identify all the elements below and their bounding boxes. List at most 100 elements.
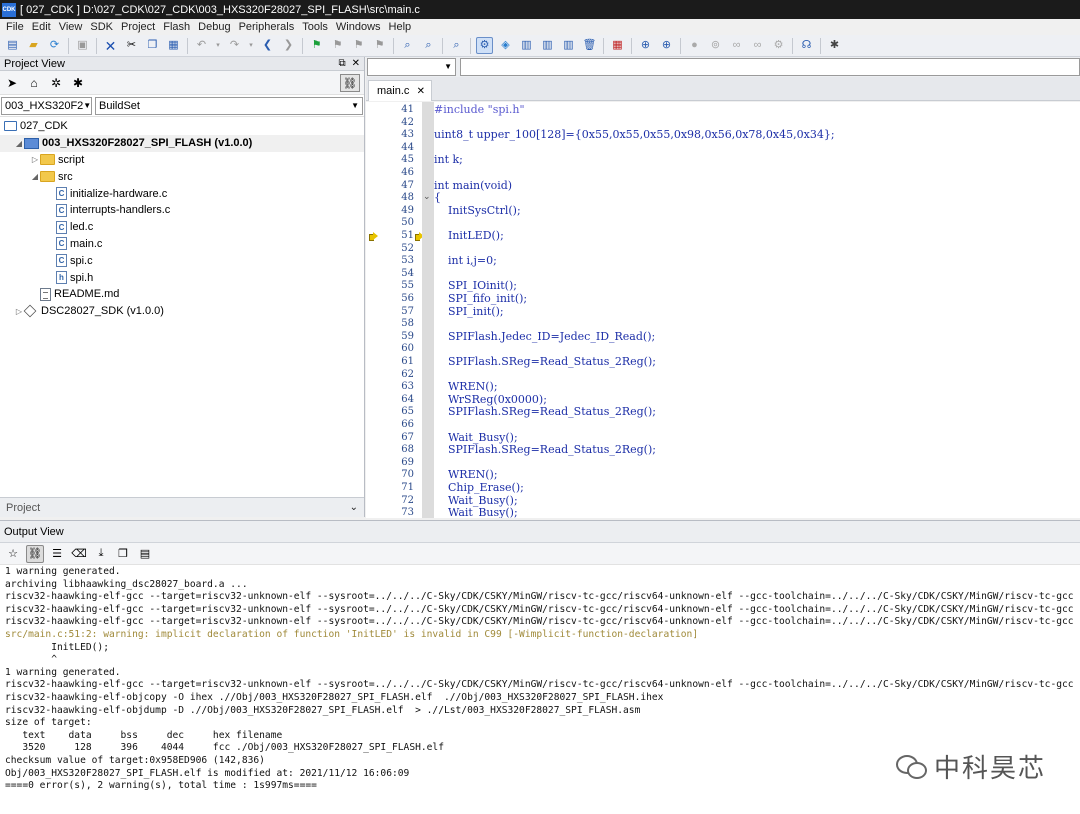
code-line[interactable]: { <box>434 192 441 205</box>
stop-icon[interactable]: ● <box>686 37 703 54</box>
paste-output-icon[interactable]: ▤ <box>136 545 154 563</box>
fold-toggle-icon[interactable]: ⌄ <box>423 190 431 202</box>
link-icon[interactable]: ⛓ <box>26 544 44 563</box>
code-line[interactable]: SPI_fifo_init(); <box>434 292 527 306</box>
close-panel-icon[interactable]: ✕ <box>352 58 360 69</box>
tree-item[interactable]: ◢ src <box>0 168 364 185</box>
code-line[interactable]: int i,j=0; <box>434 255 497 268</box>
tree-item[interactable]: ▷ DSC28027_SDK (v1.0.0) <box>0 303 364 320</box>
find-in-files-icon[interactable]: ⌕ <box>420 37 437 54</box>
undo-icon[interactable]: ↶ <box>193 37 210 54</box>
menu-peripherals[interactable]: Peripherals <box>235 21 299 33</box>
tab-main-c[interactable]: main.c ✕ <box>368 80 432 101</box>
menu-project[interactable]: Project <box>117 21 159 33</box>
project-bottom-tab[interactable]: Project ⌄ <box>0 497 364 517</box>
paste-icon[interactable]: ▦ <box>165 37 182 54</box>
settings-icon[interactable]: ⚙ <box>770 37 787 54</box>
bookmark-clear-icon[interactable]: ⚑ <box>371 37 388 54</box>
code-line[interactable]: int k; <box>434 154 463 167</box>
code-line[interactable]: #include "spi.h" <box>434 103 525 117</box>
debug-start-icon[interactable]: ⊕ <box>637 37 654 54</box>
new-file-icon[interactable]: ▤ <box>4 37 21 54</box>
redo-icon[interactable]: ↷ <box>226 37 243 54</box>
tree-settings-icon[interactable]: ✲ <box>47 74 65 92</box>
code-line[interactable]: SPI_init(); <box>434 305 504 319</box>
expand-arrow-icon[interactable]: ▷ <box>30 155 40 164</box>
scope-select[interactable]: ▼ <box>367 58 456 76</box>
tree-item[interactable]: ◢ 003_HXS320F28027_SPI_FLASH (v1.0.0) <box>0 134 364 152</box>
refresh-icon[interactable]: ⟳ <box>46 37 63 54</box>
tree-item[interactable]: Cinterrupts-handlers.c <box>0 202 364 219</box>
menu-help[interactable]: Help <box>385 21 416 33</box>
bookmark-prev-icon[interactable]: ⚑ <box>329 37 346 54</box>
bookmark-icon[interactable]: ⚑ <box>308 37 325 54</box>
unlink-icon[interactable]: ∞ <box>749 37 766 54</box>
open-folder-icon[interactable]: ▰ <box>25 37 42 54</box>
nav-back-icon[interactable]: ❮ <box>259 37 276 54</box>
bug-icon[interactable]: ✱ <box>826 37 843 54</box>
menu-sdk[interactable]: SDK <box>86 21 117 33</box>
expand-arrow-icon[interactable]: ▷ <box>14 307 24 316</box>
batch-build-icon[interactable]: ▥ <box>518 37 535 54</box>
clean-icon[interactable]: ▥ <box>539 37 556 54</box>
star-icon[interactable]: ☆ <box>4 545 22 563</box>
debug-attach-icon[interactable]: ⊕ <box>658 37 675 54</box>
wrap-icon[interactable]: ☰ <box>48 545 66 563</box>
tree-item[interactable]: 027_CDK <box>0 118 364 135</box>
code-line[interactable]: Chip_Erase(); <box>434 481 524 495</box>
code-line[interactable]: WREN(); <box>434 381 498 394</box>
code-line[interactable]: SPIFlash.SReg=Read_Status_2Reg(); <box>434 355 656 369</box>
cut-icon[interactable]: ✂ <box>123 37 140 54</box>
symbol-select[interactable] <box>460 58 1080 76</box>
menu-debug[interactable]: Debug <box>194 21 234 33</box>
link-editor-icon[interactable]: ⛓ <box>340 74 360 92</box>
copy-output-icon[interactable]: ❐ <box>114 545 132 563</box>
code-line[interactable]: Wait_Busy(); <box>434 507 518 518</box>
rebuild-icon[interactable]: ◈ <box>497 37 514 54</box>
code-line[interactable]: InitLED(); <box>434 229 504 243</box>
code-line[interactable]: InitSysCtrl(); <box>434 204 521 218</box>
menu-tools[interactable]: Tools <box>298 21 332 33</box>
bug-icon[interactable]: ✱ <box>69 74 87 92</box>
buildset-select[interactable]: BuildSet ▼ <box>95 96 363 115</box>
delete-icon[interactable]: 🗑 <box>581 37 598 54</box>
save-icon[interactable]: ▣ <box>74 37 91 54</box>
find-replace-icon[interactable]: ⌕ <box>448 37 465 54</box>
code-line[interactable]: SPIFlash.SReg=Read_Status_2Reg(); <box>434 406 656 419</box>
chevron-down-icon[interactable]: ⌄ <box>350 502 358 513</box>
tree-item[interactable]: README.md <box>0 286 364 303</box>
copy-icon[interactable]: ❐ <box>144 37 161 54</box>
step-icon[interactable]: ⊚ <box>707 37 724 54</box>
undo-dropdown-icon[interactable]: ▾ <box>214 37 222 54</box>
home-icon[interactable]: ⌂ <box>25 74 43 92</box>
tree-item[interactable]: Cinitialize-hardware.c <box>0 185 364 202</box>
save-output-icon[interactable]: ⤓ <box>92 545 110 563</box>
clear-output-icon[interactable]: ⌫ <box>70 545 88 563</box>
headset-icon[interactable]: ☊ <box>798 37 815 54</box>
link-icon[interactable]: ∞ <box>728 37 745 54</box>
menu-view[interactable]: View <box>55 21 87 33</box>
code-text[interactable]: #include "spi.h" uint8_t upper_100[128]={… <box>434 102 1080 518</box>
flash-download-icon[interactable]: ▦ <box>609 37 626 54</box>
expand-arrow-icon[interactable]: ◢ <box>30 172 40 181</box>
menu-edit[interactable]: Edit <box>28 21 55 33</box>
code-line[interactable]: SPIFlash.Jedec_ID=Jedec_ID_Read(); <box>434 330 655 344</box>
bookmark-next-icon[interactable]: ⚑ <box>350 37 367 54</box>
close-tab-icon[interactable]: ✕ <box>417 86 425 97</box>
project-select[interactable]: 003_HXS320F2 ▼ <box>1 96 92 115</box>
code-line[interactable]: SPIFlash.SReg=Read_Status_2Reg(); <box>434 444 656 457</box>
tree-item[interactable]: ▷ script <box>0 152 364 169</box>
build-icon[interactable]: ⚙ <box>476 37 493 54</box>
code-line[interactable]: uint8_t upper_100[128]={0x55,0x55,0x55,0… <box>434 129 835 142</box>
menu-flash[interactable]: Flash <box>159 21 194 33</box>
fold-gutter[interactable]: ⌄ <box>422 102 434 518</box>
tree-item[interactable]: Cmain.c <box>0 236 364 253</box>
menu-windows[interactable]: Windows <box>332 21 385 33</box>
expand-arrow-icon[interactable]: ◢ <box>14 139 24 148</box>
nav-forward-icon[interactable]: ❯ <box>280 37 297 54</box>
code-editor[interactable]: 41 42 43 44 45 46 47 48 49 50 51 52 53 54 55 56 57 58 59 60… <box>366 102 1080 518</box>
build-all-icon[interactable]: ▥ <box>560 37 577 54</box>
locate-icon[interactable]: ➤ <box>3 74 21 92</box>
find-icon[interactable]: ⌕ <box>399 37 416 54</box>
redo-dropdown-icon[interactable]: ▾ <box>247 37 255 54</box>
